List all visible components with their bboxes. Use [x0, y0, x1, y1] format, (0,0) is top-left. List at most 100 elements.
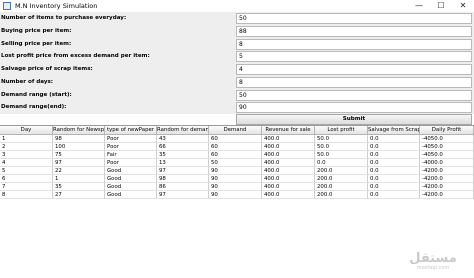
table-cell: 0.0 — [368, 151, 420, 159]
form-row-buying-price: Buying price per item: 88 — [0, 25, 474, 38]
table-cell: 35 — [53, 183, 105, 191]
table-cell: -4200.0 — [420, 167, 474, 175]
table-cell: -4050.0 — [420, 151, 474, 159]
close-icon[interactable]: ✕ — [452, 0, 474, 12]
table-cell: 400.0 — [262, 135, 315, 143]
demand-start-label: Demand range (start): — [1, 91, 72, 98]
table-cell: 75 — [53, 151, 105, 159]
table-cell: 0.0 — [368, 175, 420, 183]
table-cell: 8 — [0, 191, 53, 199]
salvage-price-field[interactable]: 4 — [236, 64, 472, 75]
table-cell: 50 — [209, 159, 262, 167]
table-cell: 66 — [157, 143, 209, 151]
table-cell: 90 — [209, 175, 262, 183]
table-cell: 13 — [157, 159, 209, 167]
table-cell: 60 — [209, 143, 262, 151]
table-cell: 5 — [0, 167, 53, 175]
lost-profit-price-label: Lost profit price from excess demand per… — [1, 53, 150, 60]
lost-profit-price-field[interactable]: 5 — [236, 51, 472, 63]
table-row[interactable]: 8 27 Good 97 90 400.0 200.0 0.0 -4200.0 — [0, 191, 474, 199]
table-row[interactable]: 6 1 Good 98 90 400.0 200.0 0.0 -4200.0 — [0, 175, 474, 183]
column-header[interactable]: Random for demand — [157, 126, 209, 135]
table-cell: Poor — [105, 135, 157, 143]
table-cell: Poor — [105, 159, 157, 167]
table-cell: 200.0 — [315, 183, 368, 191]
table-cell: -4050.0 — [420, 135, 474, 143]
selling-price-field[interactable]: 8 — [236, 38, 472, 50]
demand-end-field[interactable]: 90 — [236, 102, 472, 114]
table-row[interactable]: 4 97 Poor 13 50 400.0 0.0 0.0 -4000.0 — [0, 159, 474, 167]
title-bar: M.N Inventory Simulation — ☐ ✕ — [0, 0, 474, 12]
column-header[interactable]: Random for Newsp. — [53, 126, 105, 135]
form-row-selling-price: Selling price per item: 8 — [0, 38, 474, 51]
table-cell: 22 — [53, 167, 105, 175]
table-cell: Good — [105, 167, 157, 175]
watermark-arabic: مستقل — [409, 251, 457, 266]
demand-start-field[interactable]: 50 — [236, 89, 472, 101]
table-cell: 90 — [209, 191, 262, 199]
table-cell: 98 — [157, 175, 209, 183]
form-row-lost-profit-price: Lost profit price from excess demand per… — [0, 50, 474, 63]
table-row[interactable]: 1 98 Poor 43 60 400.0 50.0 0.0 -4050.0 — [0, 135, 474, 143]
column-header[interactable]: Lost profit — [315, 126, 368, 135]
table-cell: 50.0 — [315, 143, 368, 151]
table-cell: 97 — [157, 167, 209, 175]
maximize-icon[interactable]: ☐ — [430, 0, 452, 12]
table-cell: 400.0 — [262, 143, 315, 151]
table-row[interactable]: 7 35 Good 86 90 400.0 200.0 0.0 -4200.0 — [0, 183, 474, 191]
column-header[interactable]: Revenue for sale — [262, 126, 315, 135]
app-window: M.N Inventory Simulation — ☐ ✕ Number of… — [0, 0, 474, 278]
table-cell: -4000.0 — [420, 159, 474, 167]
table-cell: Fair — [105, 151, 157, 159]
table-cell: Poor — [105, 143, 157, 151]
table-header: Day Random for Newsp. type of newPaper Rand… — [0, 126, 474, 135]
table-cell: 0.0 — [368, 191, 420, 199]
table-cell: Good — [105, 183, 157, 191]
table-cell: -4200.0 — [420, 191, 474, 199]
table-cell: 60 — [209, 135, 262, 143]
column-header[interactable]: Salvage from Scrap — [368, 126, 420, 135]
items-per-day-field[interactable]: 50 — [236, 13, 472, 24]
column-header[interactable]: Demand — [209, 126, 262, 135]
window-title: M.N Inventory Simulation — [15, 2, 98, 10]
table-cell: -4200.0 — [420, 175, 474, 183]
table-cell: 400.0 — [262, 159, 315, 167]
table-cell: 6 — [0, 175, 53, 183]
table-cell: -4200.0 — [420, 183, 474, 191]
minimize-icon[interactable]: — — [408, 0, 430, 12]
form-row-items-per-day: Number of items to purchase everyday: 50 — [0, 12, 474, 25]
table-cell: 0.0 — [368, 159, 420, 167]
table-cell: 2 — [0, 143, 53, 151]
number-of-days-field[interactable]: 8 — [236, 76, 472, 88]
table-row[interactable]: 2 100 Poor 66 60 400.0 50.0 0.0 -4050.0 — [0, 143, 474, 151]
table-cell: 0.0 — [315, 159, 368, 167]
table-cell: 400.0 — [262, 175, 315, 183]
watermark-logo: مستقل mostaql.com — [400, 252, 466, 271]
table-cell: 43 — [157, 135, 209, 143]
column-header[interactable]: type of newPaper — [105, 126, 157, 135]
table-row[interactable]: 5 22 Good 97 90 400.0 200.0 0.0 -4200.0 — [0, 167, 474, 175]
table-cell: 400.0 — [262, 191, 315, 199]
column-header[interactable]: Daily Profit — [420, 126, 474, 135]
table-cell: 100 — [53, 143, 105, 151]
table-cell: 90 — [209, 183, 262, 191]
table-cell: 3 — [0, 151, 53, 159]
table-cell: 200.0 — [315, 167, 368, 175]
number-of-days-label: Number of days: — [1, 78, 54, 85]
table-cell: 35 — [157, 151, 209, 159]
table-cell: 0.0 — [368, 143, 420, 151]
salvage-price-label: Salvage price of scrap items: — [1, 66, 93, 72]
buying-price-field[interactable]: 88 — [236, 25, 472, 37]
selling-price-label: Selling price per item: — [1, 40, 72, 47]
column-header[interactable]: Day — [0, 126, 53, 135]
table-cell: 97 — [53, 159, 105, 167]
table-cell: 0.0 — [368, 167, 420, 175]
table-cell: 97 — [157, 191, 209, 199]
table-row[interactable]: 3 75 Fair 35 60 400.0 50.0 0.0 -4050.0 — [0, 151, 474, 159]
table-cell: 1 — [53, 175, 105, 183]
input-form: Number of items to purchase everyday: 50 B… — [0, 12, 474, 114]
table-cell: 90 — [209, 167, 262, 175]
table-cell: 1 — [0, 135, 53, 143]
submit-button[interactable]: Submit — [236, 114, 472, 125]
items-per-day-label: Number of items to purchase everyday: — [1, 15, 127, 21]
